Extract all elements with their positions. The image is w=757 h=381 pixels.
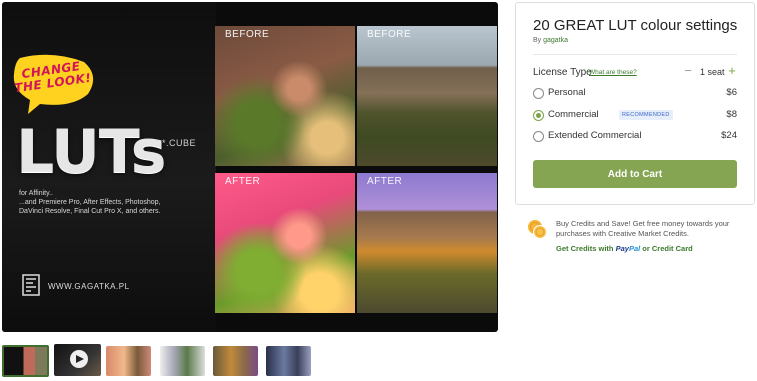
paypal-logo: PayPal: [616, 244, 641, 253]
purchase-card: 20 GREAT LUT colour settings By gagatka …: [515, 2, 755, 205]
for-affinity-text: for Affinity..: [19, 190, 53, 197]
cube-tag: *.CUBE: [162, 138, 197, 148]
luts-heading: LUTs: [16, 117, 166, 187]
option-label: Commercial: [548, 109, 599, 120]
after-label-1: AFTER: [225, 176, 261, 187]
after-panel-landscape: AFTER: [357, 173, 497, 313]
what-are-these-link[interactable]: What are these?: [589, 69, 637, 76]
credits-promo-text: Buy Credits and Save! Get free money tow…: [556, 219, 730, 238]
before-panel-illustration: BEFORE: [215, 26, 355, 166]
thumbnail-1[interactable]: [2, 345, 49, 377]
license-type-label: License Type: [533, 67, 592, 78]
option-price: $8: [726, 109, 737, 120]
license-option-commercial[interactable]: Commercial RECOMMENDED $8: [533, 109, 737, 123]
get-credits-link[interactable]: Get Credits with PayPal or Credit Card: [556, 244, 693, 253]
option-label: Extended Commercial: [548, 130, 642, 141]
quantity-value: 1 seat: [700, 67, 725, 77]
paypal-pal: Pal: [628, 244, 641, 253]
license-option-personal[interactable]: Personal $6: [533, 87, 737, 101]
compat-line-2: DaVinci Resolve, Final Cut Pro X, and ot…: [19, 208, 161, 215]
before-panel-landscape: BEFORE: [357, 26, 497, 166]
product-preview-image[interactable]: CHANGE THE LOOK! LUTs *.CUBE for Affinit…: [2, 2, 498, 332]
by-prefix: By: [533, 37, 544, 44]
product-title: 20 GREAT LUT colour settings: [533, 17, 738, 34]
radio-extended[interactable]: [533, 131, 544, 142]
quantity-increase-button[interactable]: +: [726, 64, 738, 78]
thumbnail-3[interactable]: [106, 346, 151, 376]
after-panel-illustration: AFTER: [215, 173, 355, 313]
thumbnail-5[interactable]: [213, 346, 258, 376]
add-to-cart-button[interactable]: Add to Cart: [533, 160, 737, 188]
site-url: WWW.GAGATKA.PL: [48, 282, 130, 291]
credits-link-prefix: Get Credits with: [556, 244, 616, 253]
license-option-extended[interactable]: Extended Commercial $24: [533, 130, 737, 144]
promo-panel: CHANGE THE LOOK! LUTs *.CUBE for Affinit…: [2, 2, 216, 332]
author-byline: By gagatka: [533, 37, 568, 44]
author-link[interactable]: gagatka: [543, 37, 568, 44]
option-label: Personal: [548, 87, 586, 98]
recommended-badge: RECOMMENDED: [619, 110, 673, 120]
credits-link-suffix: or Credit Card: [640, 244, 693, 253]
play-icon[interactable]: [70, 350, 88, 368]
compat-line-1: ...and Premiere Pro, After Effects, Phot…: [19, 199, 161, 206]
quantity-decrease-button[interactable]: −: [682, 64, 694, 78]
before-label-2: BEFORE: [367, 29, 412, 40]
thumbnail-4[interactable]: [160, 346, 205, 376]
compatibility-text: ...and Premiere Pro, After Effects, Phot…: [19, 198, 214, 216]
after-label-2: AFTER: [367, 176, 403, 187]
radio-commercial[interactable]: [533, 110, 544, 121]
paypal-pay: Pay: [615, 244, 629, 253]
thumbnail-6[interactable]: [266, 346, 311, 376]
coins-icon: [527, 219, 547, 239]
option-price: $6: [726, 87, 737, 98]
before-label-1: BEFORE: [225, 29, 270, 40]
brand-logo-icon: [22, 274, 40, 296]
divider: [533, 54, 737, 55]
option-price: $24: [721, 130, 737, 141]
radio-personal[interactable]: [533, 88, 544, 99]
